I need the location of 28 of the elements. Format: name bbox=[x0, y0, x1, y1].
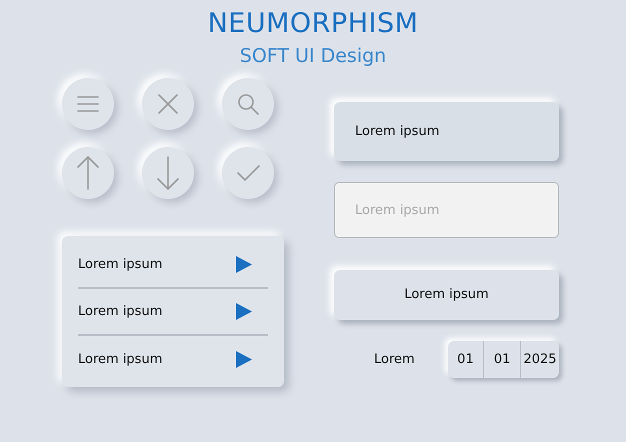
play-icon[interactable] bbox=[236, 351, 252, 368]
search-icon bbox=[237, 93, 259, 115]
input-field[interactable]: Lorem ipsum bbox=[334, 182, 559, 238]
play-icon[interactable] bbox=[236, 256, 252, 273]
close-button[interactable] bbox=[142, 78, 194, 130]
search-button[interactable] bbox=[222, 78, 274, 130]
menu-icon bbox=[76, 94, 100, 114]
list-item[interactable]: Lorem ipsum bbox=[78, 350, 162, 370]
subheading: SOFT UI Design bbox=[238, 47, 388, 66]
list-item[interactable]: Lorem ipsum bbox=[78, 254, 162, 274]
text-box[interactable]: Lorem ipsum bbox=[334, 102, 559, 161]
date-segment[interactable]: 2025 bbox=[520, 341, 559, 378]
date-segment[interactable]: 01 bbox=[484, 341, 521, 378]
menu-button[interactable] bbox=[62, 78, 114, 130]
list-item[interactable]: Lorem ipsum bbox=[78, 302, 162, 322]
check-icon bbox=[236, 165, 260, 181]
play-icon[interactable] bbox=[236, 303, 252, 320]
date-segment[interactable]: 01 bbox=[448, 341, 484, 378]
down-arrow-icon bbox=[156, 156, 180, 190]
down-button[interactable] bbox=[142, 147, 194, 199]
date-label: Lorem bbox=[374, 350, 416, 369]
action-button[interactable]: Lorem ipsum bbox=[334, 270, 559, 320]
close-icon bbox=[157, 93, 179, 115]
up-arrow-icon bbox=[76, 156, 100, 190]
check-button[interactable] bbox=[222, 147, 274, 199]
heading: NEUMORPHISM bbox=[206, 10, 420, 37]
up-button[interactable] bbox=[62, 147, 114, 199]
date-field[interactable]: 01 01 2025 bbox=[448, 341, 559, 378]
